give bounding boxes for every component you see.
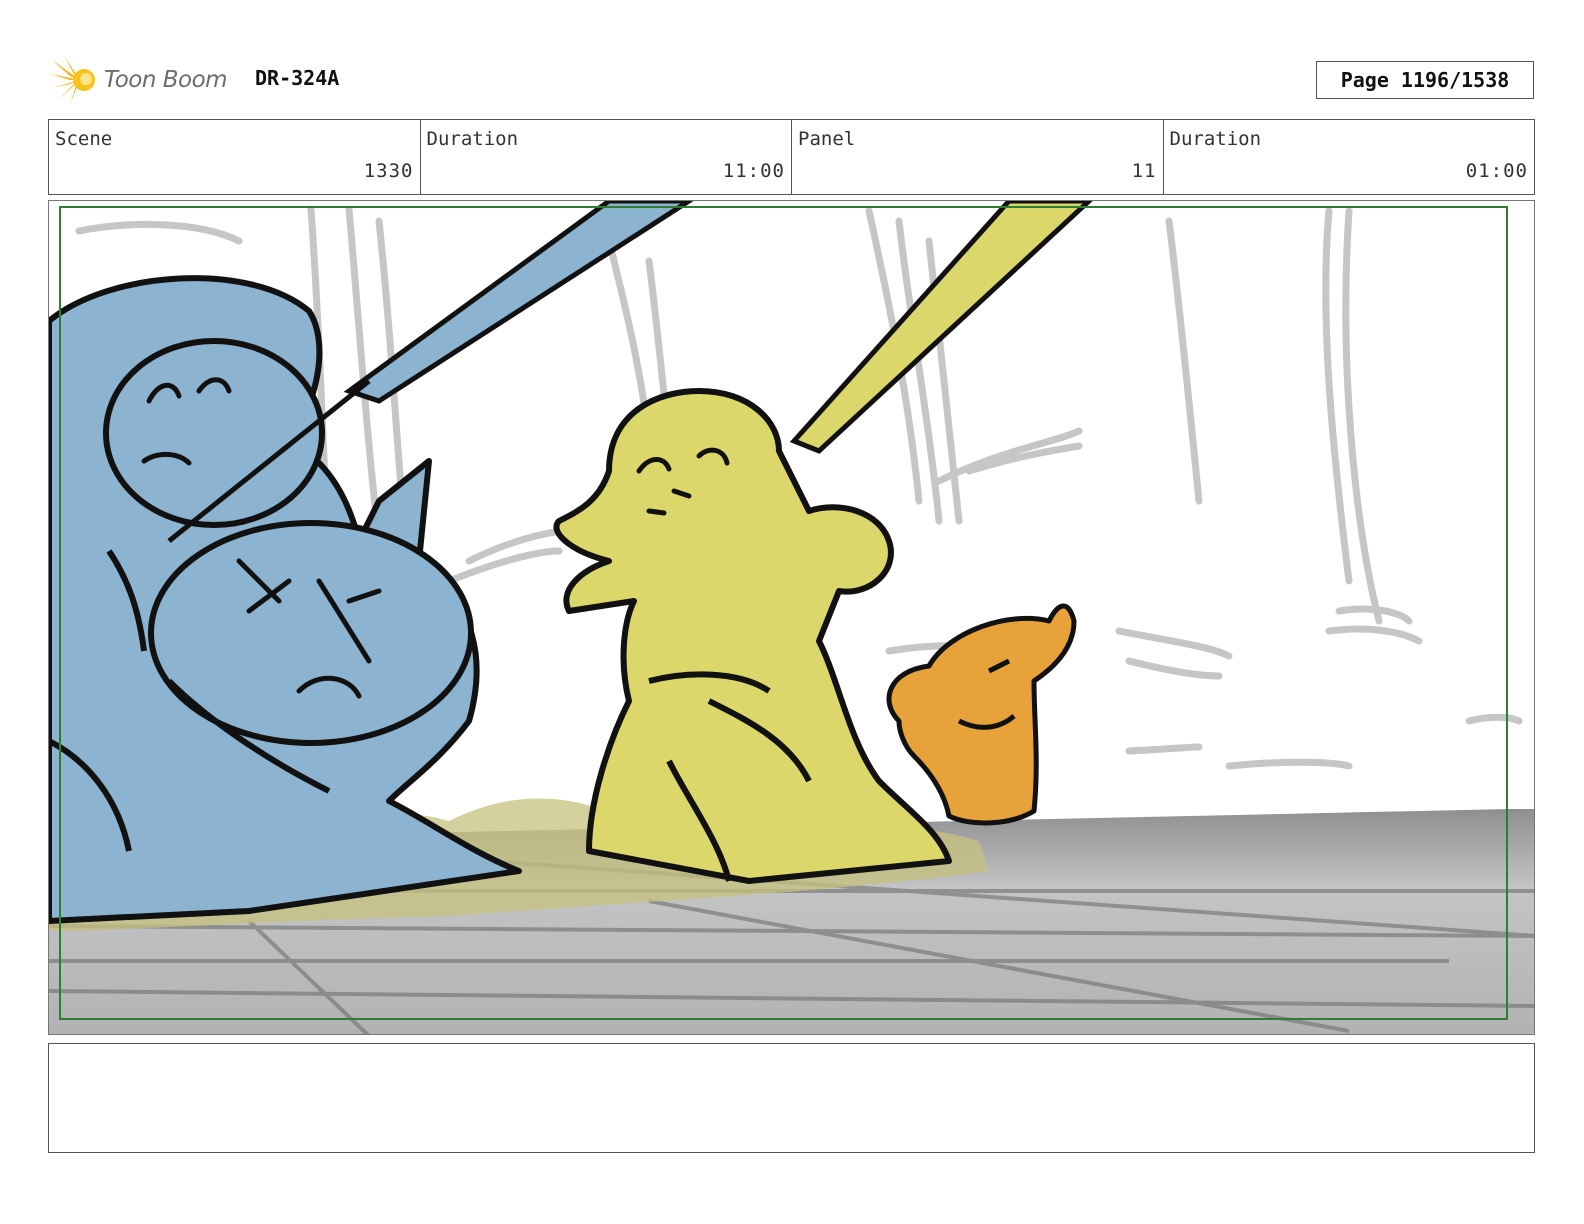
yellow-rope <box>789 201 1093 454</box>
orange-character <box>886 603 1077 826</box>
scene-label: Scene <box>55 128 113 150</box>
scene-cell: Scene 1330 <box>49 120 421 194</box>
panel-duration-cell: Duration 01:00 <box>1164 120 1535 194</box>
starburst-icon <box>50 56 95 104</box>
logo-text: Toon Boom <box>104 67 228 93</box>
scene-duration-cell: Duration 11:00 <box>421 120 792 194</box>
yellow-character <box>553 388 952 884</box>
storyboard-panel <box>48 200 1535 1035</box>
scene-value: 1330 <box>363 160 414 182</box>
project-code: DR-324A <box>255 66 340 90</box>
panel-cell: Panel 11 <box>792 120 1164 194</box>
scene-duration-label: Duration <box>426 128 519 150</box>
notes-box <box>48 1043 1535 1153</box>
panel-duration-value: 01:00 <box>1465 160 1528 182</box>
toon-boom-logo: Toon Boom <box>50 54 228 106</box>
panel-label: Panel <box>798 128 856 150</box>
page-label: Page 1196/1538 <box>1340 68 1510 92</box>
page-indicator: Page 1196/1538 <box>1316 61 1534 99</box>
scene-info-table: Scene 1330 Duration 11:00 Panel 11 Durat… <box>48 119 1535 195</box>
panel-artwork <box>49 201 1534 1034</box>
scene-duration-value: 11:00 <box>722 160 785 182</box>
panel-duration-label: Duration <box>1169 128 1262 150</box>
panel-value: 11 <box>1131 160 1157 182</box>
